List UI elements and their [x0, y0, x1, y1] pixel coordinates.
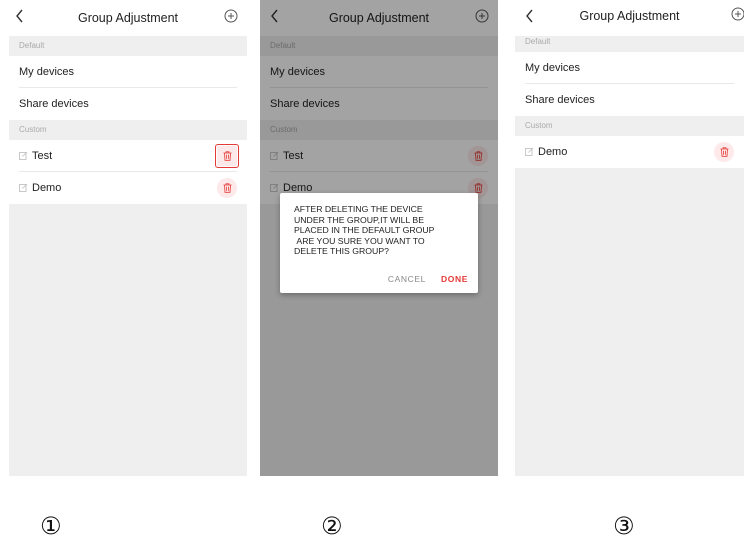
plus-circle-icon[interactable] [731, 7, 744, 21]
edit-icon[interactable] [19, 141, 28, 160]
step-number-1: ① [40, 512, 62, 540]
trash-icon [223, 151, 231, 161]
group-label: Demo [32, 182, 62, 194]
screen-1: Group Adjustment Default My devices Shar… [9, 0, 247, 476]
edit-icon[interactable] [525, 137, 534, 156]
top-bar: Group Adjustment [9, 0, 247, 36]
group-row-my-devices[interactable]: My devices [515, 52, 744, 84]
step-number-2: ② [321, 512, 343, 540]
plus-circle-icon[interactable] [224, 9, 238, 23]
group-label: Test [32, 150, 53, 162]
group-row-test[interactable]: Test [9, 140, 247, 172]
edit-icon[interactable] [19, 173, 28, 192]
group-row-demo[interactable]: Demo [9, 172, 247, 204]
delete-button[interactable] [714, 142, 734, 162]
page-title: Group Adjustment [77, 11, 179, 25]
cancel-button[interactable]: CANCEL [388, 274, 426, 284]
top-bar: Group Adjustment [515, 0, 744, 36]
group-label: Share devices [19, 98, 89, 110]
group-label: Demo [538, 146, 568, 158]
trash-icon [223, 183, 231, 193]
screen-3: Group Adjustment Default My devices Shar… [515, 0, 744, 476]
section-custom-label: Custom [9, 120, 247, 140]
delete-button[interactable] [217, 178, 237, 198]
group-row-share-devices[interactable]: Share devices [515, 84, 744, 116]
section-default-label: Default [9, 36, 247, 56]
group-row-my-devices[interactable]: My devices [9, 56, 247, 88]
dialog-message: AFTER DELETING THE DEVICE UNDER THE GROU… [294, 204, 435, 257]
confirm-delete-dialog: AFTER DELETING THE DEVICE UNDER THE GROU… [280, 193, 478, 293]
page-title: Group Adjustment [579, 9, 680, 23]
group-label: My devices [525, 62, 581, 74]
section-custom-label: Custom [515, 116, 744, 136]
done-button[interactable]: DONE [441, 274, 468, 284]
screen-2: Group Adjustment Default My devices Shar… [260, 0, 498, 476]
trash-icon [720, 147, 728, 157]
group-row-share-devices[interactable]: Share devices [9, 88, 247, 120]
delete-button[interactable] [215, 144, 239, 168]
step-number-3: ③ [613, 512, 635, 540]
group-label: Share devices [525, 94, 595, 106]
group-label: My devices [19, 66, 75, 78]
group-row-demo[interactable]: Demo [515, 136, 744, 168]
